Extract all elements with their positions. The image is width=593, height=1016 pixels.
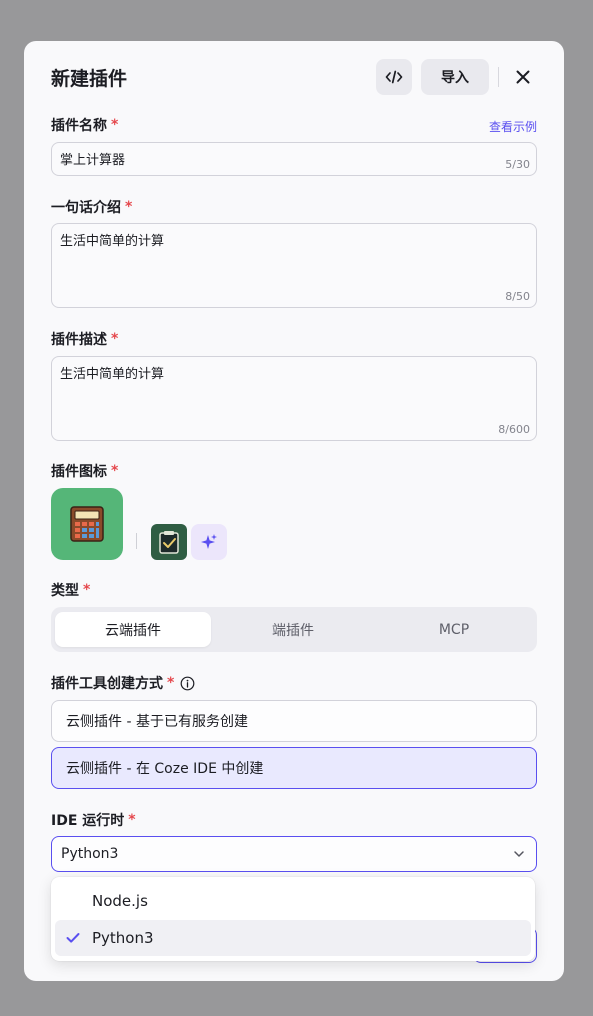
check-icon bbox=[66, 933, 80, 943]
creation-option-coze-ide[interactable]: 云侧插件 - 在 Coze IDE 中创建 bbox=[51, 747, 537, 789]
description-textarea[interactable]: 生活中简单的计算 8/600 bbox=[51, 356, 537, 441]
dropdown-option-nodejs[interactable]: Node.js bbox=[55, 883, 531, 919]
ide-runtime-label: IDE 运行时 * bbox=[51, 812, 136, 829]
creation-method-label: 插件工具创建方式 * bbox=[51, 673, 195, 693]
alt-icon-option[interactable] bbox=[151, 524, 187, 560]
close-button[interactable] bbox=[510, 63, 536, 91]
type-label: 类型 * bbox=[51, 582, 91, 599]
creation-option-existing-service[interactable]: 云侧插件 - 基于已有服务创建 bbox=[51, 700, 537, 742]
description-value: 生活中简单的计算 bbox=[60, 367, 165, 382]
tab-cloud-plugin[interactable]: 云端插件 bbox=[55, 612, 211, 647]
intro-textarea[interactable]: 生活中简单的计算 8/50 bbox=[51, 223, 537, 308]
required-mark: * bbox=[111, 463, 119, 479]
dropdown-option-python3[interactable]: Python3 bbox=[55, 920, 531, 956]
required-mark: * bbox=[128, 812, 136, 828]
view-example-link[interactable]: 查看示例 bbox=[489, 118, 537, 135]
code-button[interactable] bbox=[376, 59, 412, 95]
dialog-title: 新建插件 bbox=[51, 68, 128, 90]
plugin-icon-upload[interactable] bbox=[51, 488, 123, 560]
header-divider bbox=[498, 67, 499, 87]
plugin-name-input[interactable]: 掌上计算器 5/30 bbox=[51, 142, 537, 176]
description-counter: 8/600 bbox=[498, 423, 530, 436]
chevron-down-icon bbox=[514, 851, 524, 857]
info-icon[interactable] bbox=[180, 676, 195, 691]
description-label: 插件描述 * bbox=[51, 331, 119, 348]
plugin-name-label: 插件名称 * bbox=[51, 117, 119, 134]
ai-generate-icon-button[interactable] bbox=[191, 524, 227, 560]
intro-counter: 8/50 bbox=[505, 290, 530, 303]
intro-label: 一句话介绍 * bbox=[51, 199, 133, 216]
required-mark: * bbox=[111, 331, 119, 347]
required-mark: * bbox=[125, 199, 133, 215]
ide-runtime-select[interactable]: Python3 bbox=[51, 836, 537, 872]
create-plugin-dialog: 新建插件 导入 插件名称 * 查看示例 掌上计算器 5/30 一句话介绍 * 生… bbox=[24, 41, 564, 981]
tab-local-plugin[interactable]: 端插件 bbox=[215, 612, 371, 647]
calculator-icon bbox=[70, 506, 104, 542]
icon-label: 插件图标 * bbox=[51, 463, 119, 480]
icon-divider bbox=[136, 533, 137, 549]
tab-mcp[interactable]: MCP bbox=[375, 612, 533, 647]
intro-value: 生活中简单的计算 bbox=[60, 234, 165, 249]
plugin-name-value: 掌上计算器 bbox=[60, 153, 126, 168]
ai-sparkle-icon bbox=[201, 534, 217, 549]
ide-runtime-dropdown: Node.js Python3 bbox=[51, 877, 535, 961]
required-mark: * bbox=[83, 582, 91, 598]
required-mark: * bbox=[167, 675, 175, 691]
import-button[interactable]: 导入 bbox=[421, 59, 489, 95]
notepad-check-icon bbox=[159, 531, 179, 554]
plugin-name-counter: 5/30 bbox=[505, 158, 530, 171]
ide-runtime-value: Python3 bbox=[61, 846, 119, 862]
close-icon bbox=[516, 70, 530, 84]
required-mark: * bbox=[111, 117, 119, 133]
plugin-type-segmented-control: 云端插件 端插件 MCP bbox=[51, 607, 537, 652]
code-icon bbox=[385, 70, 403, 84]
